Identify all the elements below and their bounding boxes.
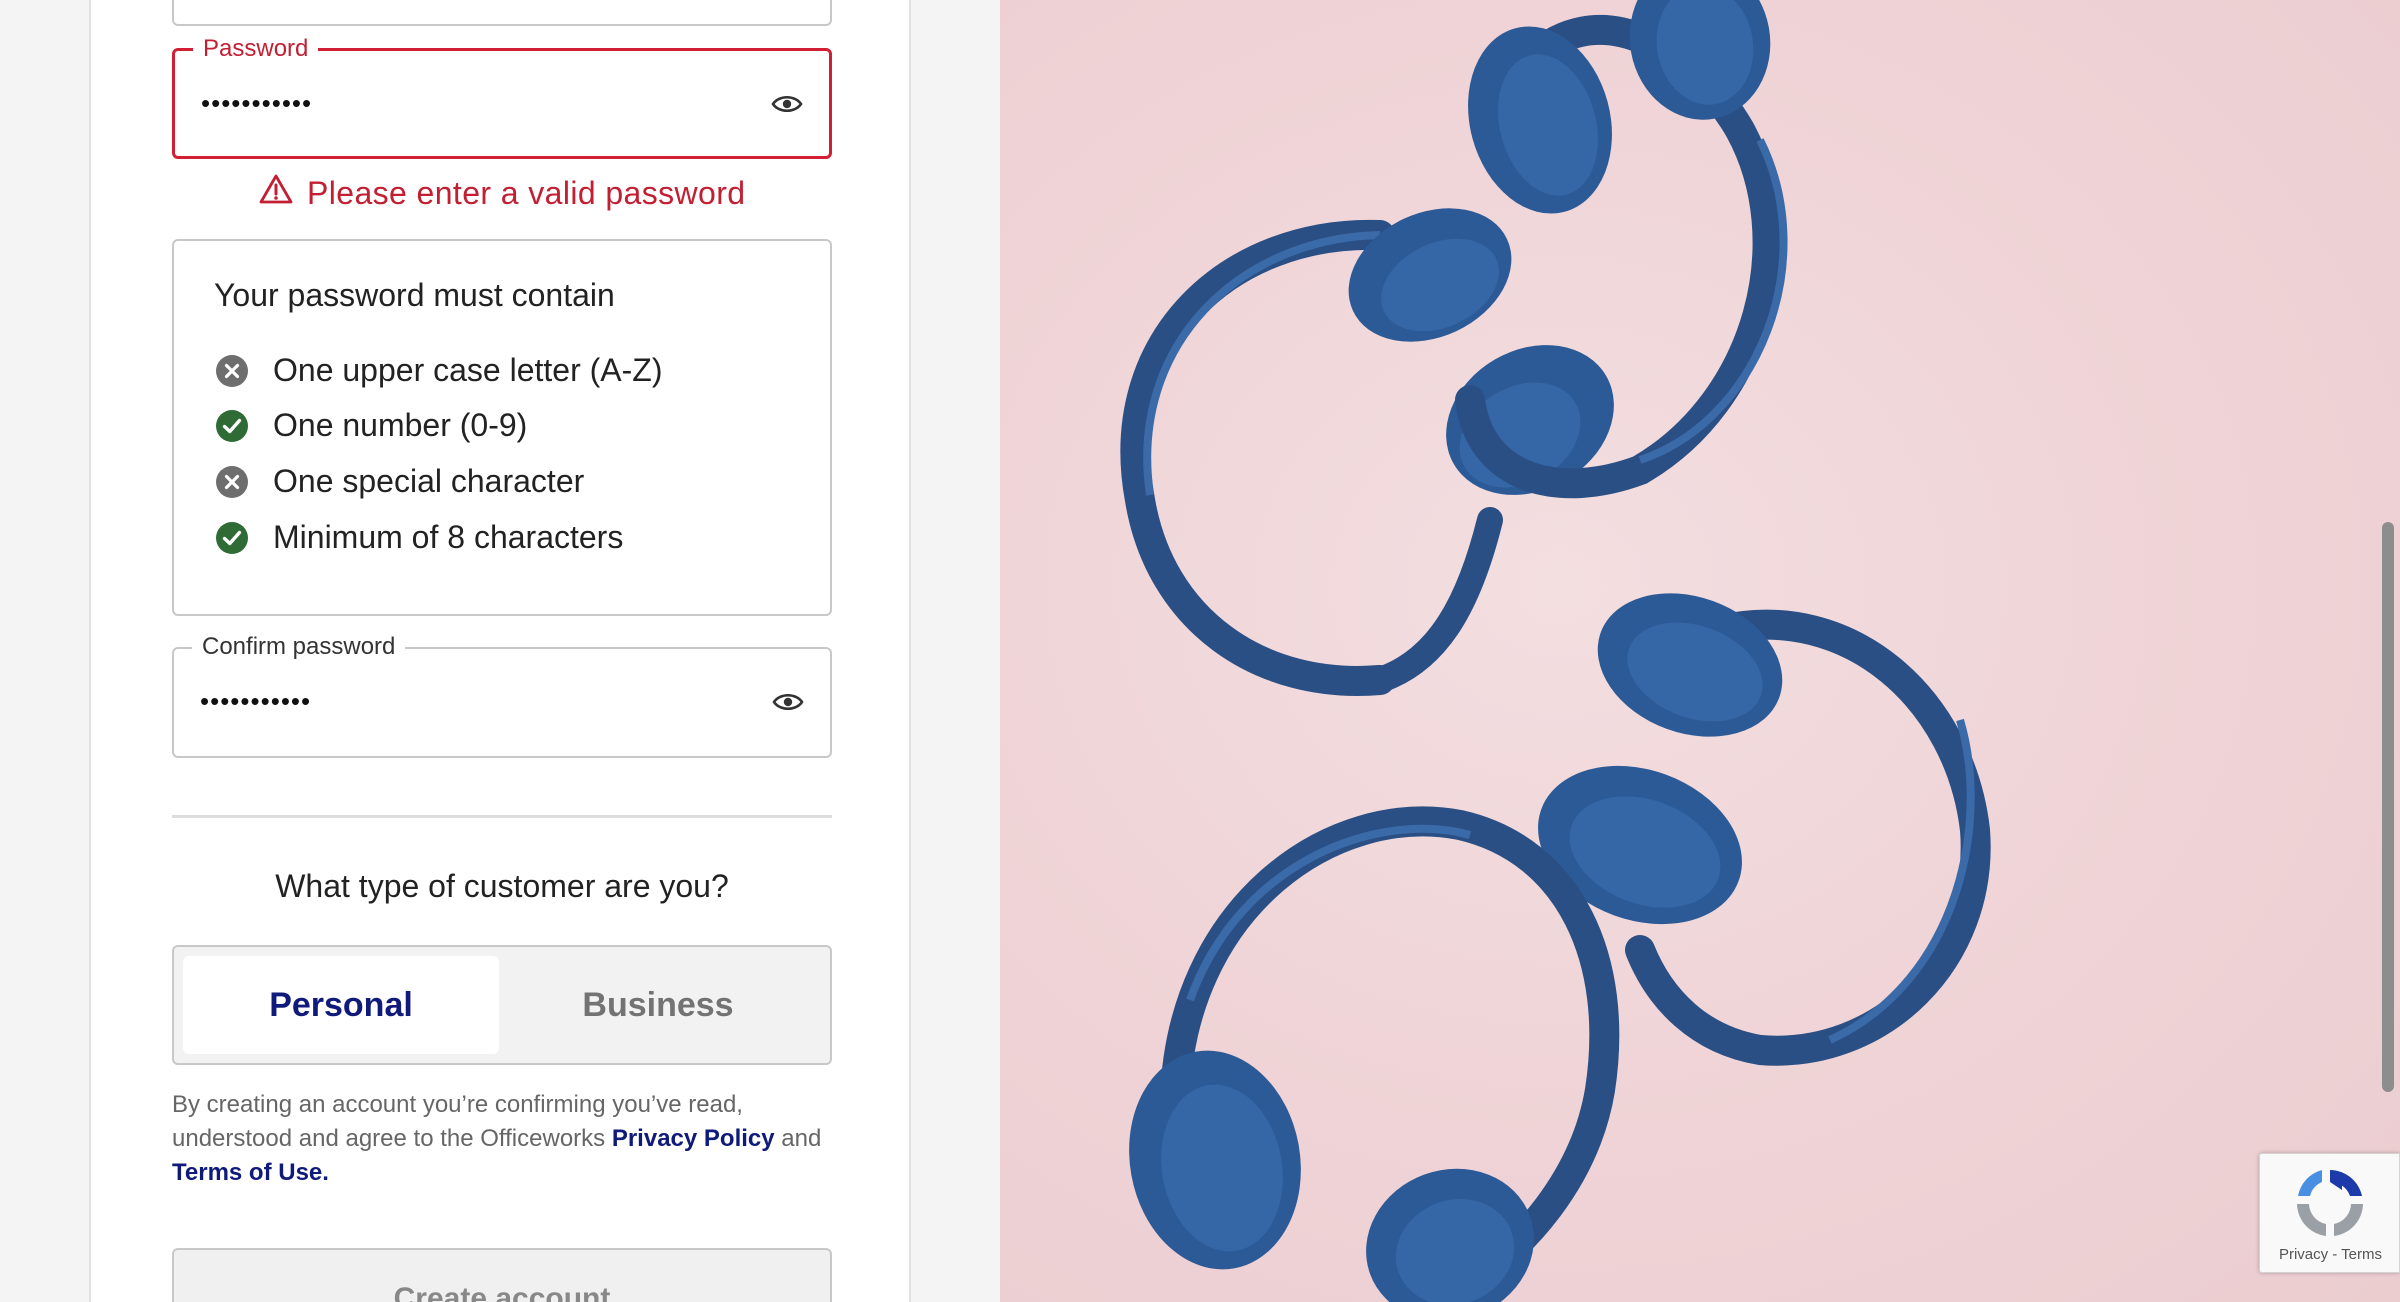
rule-min-length: Minimum of 8 characters <box>214 519 623 556</box>
rule-label: One special character <box>273 463 585 499</box>
rule-number: One number (0-9) <box>214 407 527 444</box>
headphones-hero-image <box>1000 0 2400 1302</box>
previous-field-partial[interactable] <box>172 0 832 26</box>
signup-form-card: Password ••••••••••• Please enter a vali… <box>89 0 911 1302</box>
password-rules-box: Your password must contain One upper cas… <box>172 239 832 616</box>
eye-icon[interactable] <box>770 684 806 720</box>
check-circle-icon <box>216 521 248 554</box>
warning-triangle-icon <box>259 173 293 213</box>
password-rules-title: Your password must contain <box>214 277 615 313</box>
recaptcha-icon <box>2290 1164 2370 1247</box>
password-error-message: Please enter a valid password <box>259 173 746 213</box>
eye-icon[interactable] <box>769 86 805 122</box>
x-circle-icon <box>216 354 248 387</box>
x-circle-icon <box>216 465 248 498</box>
confirm-password-field[interactable]: Confirm password ••••••••••• <box>172 632 832 758</box>
confirm-password-label: Confirm password <box>192 632 406 662</box>
password-input[interactable]: ••••••••••• <box>201 88 312 119</box>
password-field[interactable]: Password ••••••••••• <box>172 34 832 159</box>
create-account-button[interactable]: Create account <box>172 1248 832 1302</box>
page-scrollbar[interactable] <box>2382 522 2394 1092</box>
recaptcha-links[interactable]: Privacy - Terms <box>2260 1246 2400 1263</box>
headphones-image <box>1129 806 1620 1302</box>
divider <box>172 815 832 818</box>
rule-label: One number (0-9) <box>273 407 528 443</box>
rule-label: One upper case letter (A-Z) <box>273 352 663 388</box>
password-error-text: Please enter a valid password <box>307 174 746 211</box>
password-label: Password <box>193 34 319 64</box>
customer-type-toggle: Personal Business <box>172 945 832 1065</box>
rule-label: Minimum of 8 characters <box>273 519 624 555</box>
customer-type-question: What type of customer are you? <box>275 868 729 904</box>
rule-special-character: One special character <box>214 463 584 500</box>
headphones-image <box>1120 208 1614 696</box>
legal-text-and: and <box>774 1125 822 1152</box>
terms-of-use-link[interactable]: Terms of Use. <box>172 1159 329 1186</box>
rule-uppercase: One upper case letter (A-Z) <box>214 352 662 389</box>
business-option[interactable]: Business <box>500 956 816 1054</box>
confirm-password-input[interactable]: ••••••••••• <box>200 686 311 717</box>
legal-notice: By creating an account you’re confirming… <box>172 1088 832 1190</box>
recaptcha-badge[interactable]: Privacy - Terms <box>2259 1153 2400 1273</box>
privacy-policy-link[interactable]: Privacy Policy <box>612 1125 775 1152</box>
personal-option[interactable]: Personal <box>183 956 499 1054</box>
check-circle-icon <box>216 409 248 442</box>
